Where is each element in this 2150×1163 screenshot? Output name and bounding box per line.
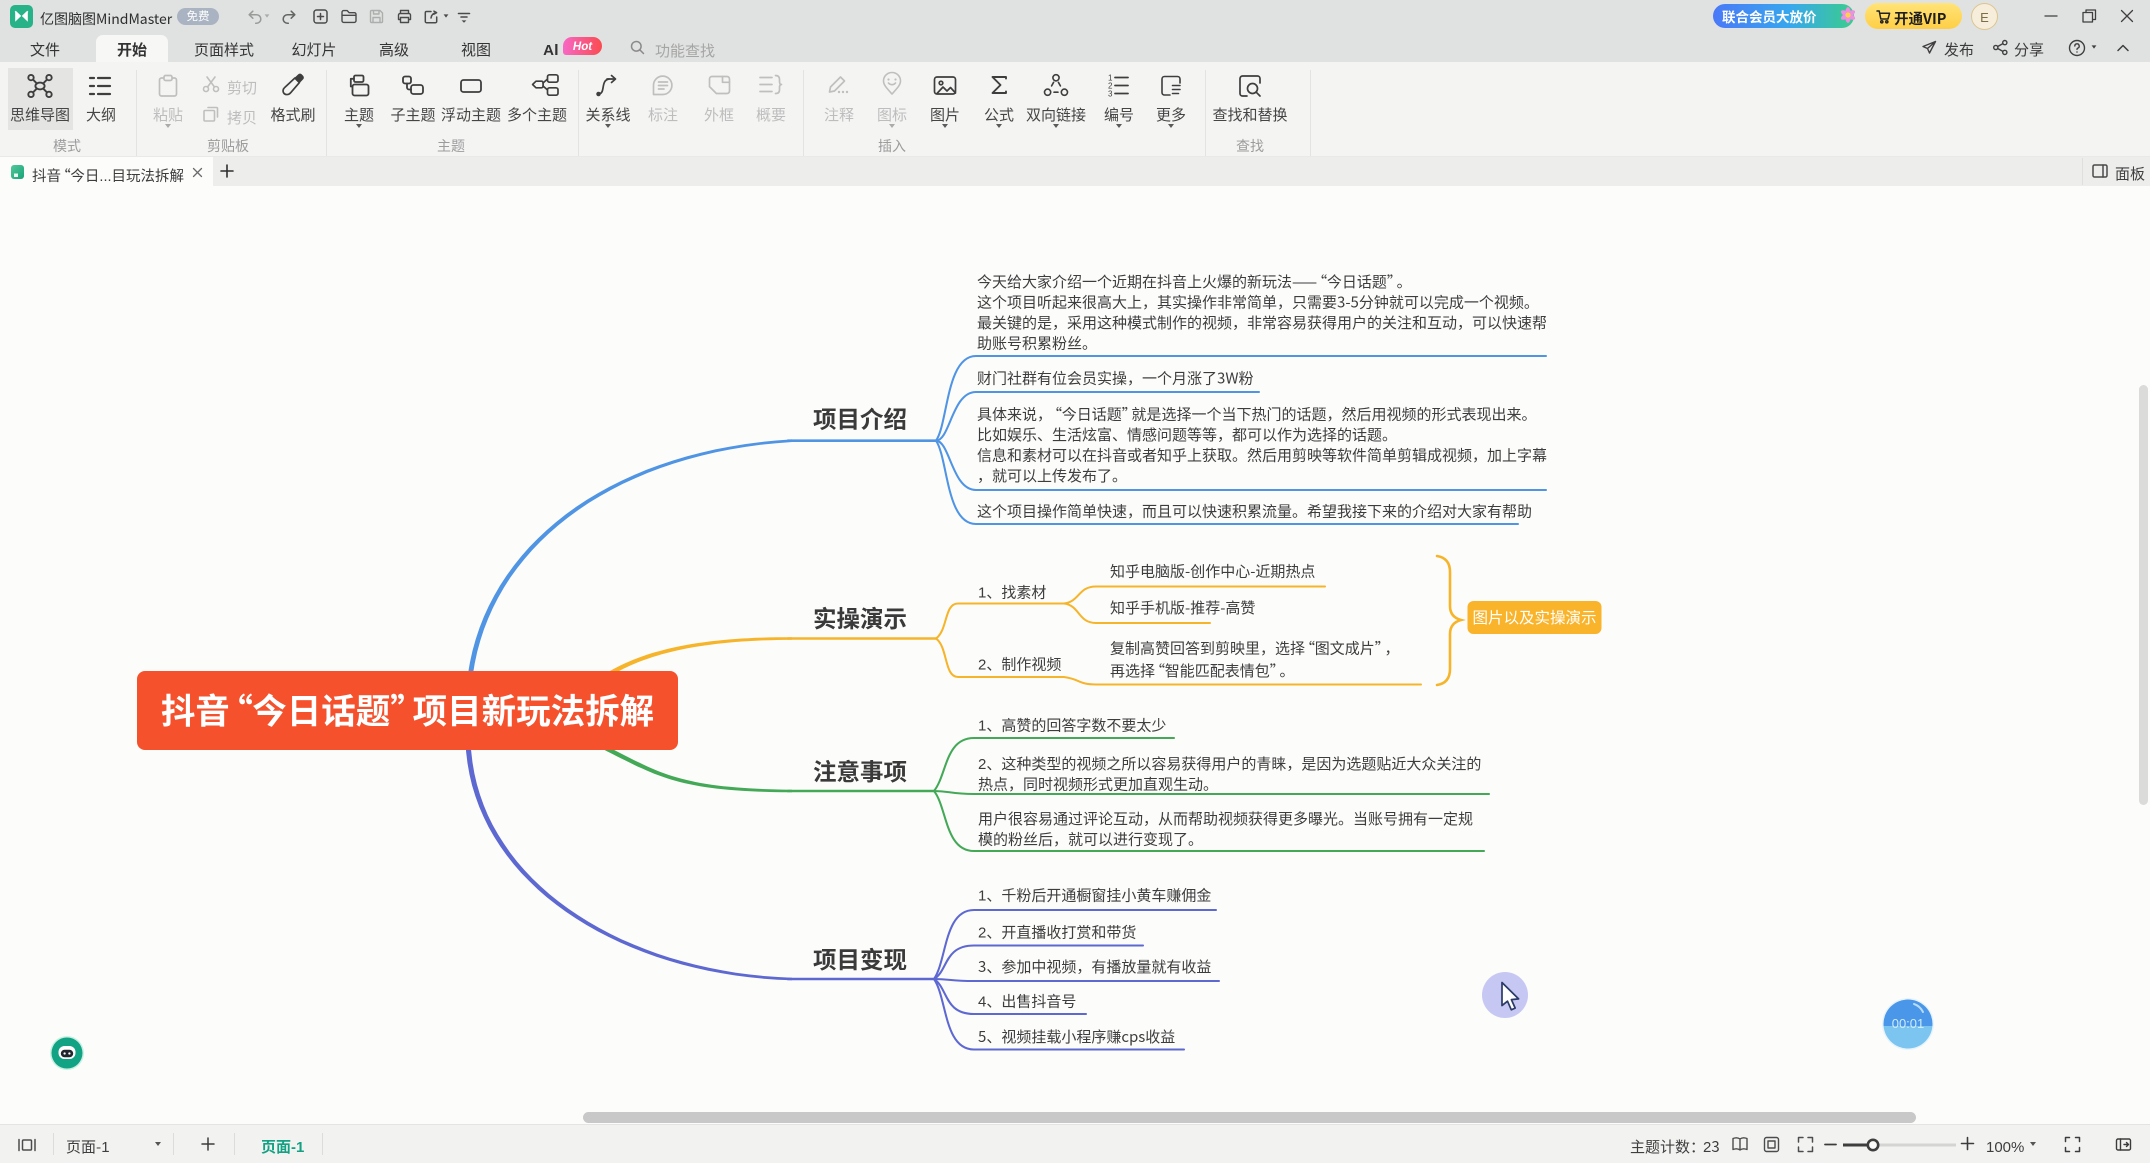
svg-text:今天给大家介绍一个近期在抖音上火爆的新玩法——“今日话题”。: 今天给大家介绍一个近期在抖音上火爆的新玩法——“今日话题”。 <box>977 271 1412 292</box>
svg-text:这个项目操作简单快速，而且可以快速积累流量。希望我接下来的介: 这个项目操作简单快速，而且可以快速积累流量。希望我接下来的介绍对大家有帮助 <box>977 500 1532 521</box>
svg-text:助账号积累粉丝。: 助账号积累粉丝。 <box>977 333 1097 354</box>
svg-text:2、制作视频: 2、制作视频 <box>978 653 1061 674</box>
svg-text:复制高赞回答到剪映里，选择“图文成片”，: 复制高赞回答到剪映里，选择“图文成片”， <box>1110 637 1400 658</box>
svg-text:00:01: 00:01 <box>1892 1016 1925 1031</box>
svg-text:2、这种类型的视频之所以容易获得用户的青睐，是因为选题贴近大: 2、这种类型的视频之所以容易获得用户的青睐，是因为选题贴近大众关注的 <box>978 753 1481 774</box>
svg-text:模的粉丝后，就可以进行变现了。: 模的粉丝后，就可以进行变现了。 <box>978 828 1203 849</box>
svg-text:具体来说，“今日话题”就是选择一个当下热门的话题，然后用视频: 具体来说，“今日话题”就是选择一个当下热门的话题，然后用视频的形式表现出来。 <box>977 403 1537 424</box>
svg-text:项目介绍: 项目介绍 <box>813 400 907 434</box>
svg-text:实操演示: 实操演示 <box>813 600 907 634</box>
svg-text:最关键的是，采用这种模式制作的视频，非常容易获得用户的关注和: 最关键的是，采用这种模式制作的视频，非常容易获得用户的关注和互动，可以快速帮 <box>977 312 1547 333</box>
svg-text:1、高赞的回答字数不要太少: 1、高赞的回答字数不要太少 <box>978 714 1166 735</box>
svg-text:图片以及实操演示: 图片以及实操演示 <box>1472 606 1596 628</box>
svg-text:5、视频挂载小程序赚cps收益: 5、视频挂载小程序赚cps收益 <box>978 1026 1175 1047</box>
svg-text:1、千粉后开通橱窗挂小黄车赚佣金: 1、千粉后开通橱窗挂小黄车赚佣金 <box>978 884 1211 905</box>
svg-text:再选择“智能匹配表情包”。: 再选择“智能匹配表情包”。 <box>1110 660 1295 681</box>
svg-text:用户很容易通过评论互动，从而帮助视频获得更多曝光。当账号拥有: 用户很容易通过评论互动，从而帮助视频获得更多曝光。当账号拥有一定规 <box>978 808 1473 829</box>
svg-text:知乎手机版-推荐-高赞: 知乎手机版-推荐-高赞 <box>1110 597 1255 618</box>
svg-text:知乎电脑版-创作中心-近期热点: 知乎电脑版-创作中心-近期热点 <box>1110 560 1315 581</box>
svg-text:3、参加中视频，有播放量就有收益: 3、参加中视频，有播放量就有收益 <box>978 956 1211 977</box>
svg-text:注意事项: 注意事项 <box>813 753 907 787</box>
svg-text:3: 3 <box>1108 90 1113 99</box>
svg-text:比如娱乐、生活炫富、情感问题等等，都可以作为选择的话题。: 比如娱乐、生活炫富、情感问题等等，都可以作为选择的话题。 <box>977 424 1397 445</box>
svg-text:项目变现: 项目变现 <box>813 941 907 975</box>
svg-text:信息和素材可以在抖音或者知乎上获取。然后用剪映等软件简单剪辑: 信息和素材可以在抖音或者知乎上获取。然后用剪映等软件简单剪辑成视频，加上字幕 <box>977 445 1547 466</box>
svg-text:2、开直播收打赏和带货: 2、开直播收打赏和带货 <box>978 921 1136 942</box>
svg-text:财门社群有位会员实操，一个月涨了3W粉: 财门社群有位会员实操，一个月涨了3W粉 <box>977 367 1254 388</box>
svg-text:1、找素材: 1、找素材 <box>978 581 1046 602</box>
svg-text:，就可以上传发布了。: ，就可以上传发布了。 <box>977 465 1127 486</box>
svg-text:热点，同时视频形式更加直观生动。: 热点，同时视频形式更加直观生动。 <box>978 773 1218 794</box>
svg-text:抖音“今日话题”项目新玩法拆解: 抖音“今日话题”项目新玩法拆解 <box>161 684 654 734</box>
svg-text:这个项目听起来很高大上，其实操作非常简单，只需要3-5分钟就: 这个项目听起来很高大上，其实操作非常简单，只需要3-5分钟就可以完成一个视频。 <box>977 291 1539 312</box>
svg-text:4、出售抖音号: 4、出售抖音号 <box>978 990 1076 1011</box>
